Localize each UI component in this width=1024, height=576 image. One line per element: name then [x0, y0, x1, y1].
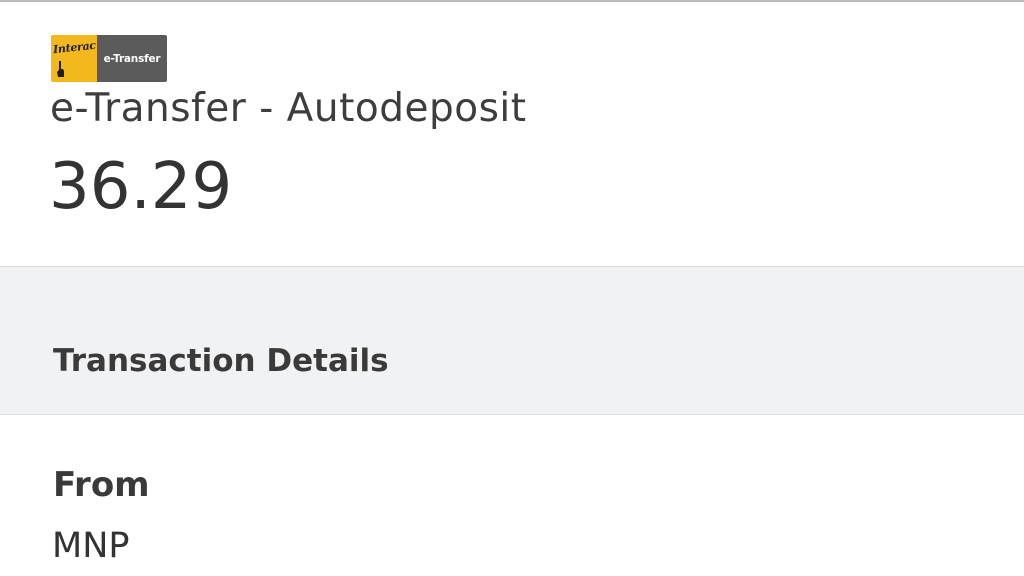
transaction-details-section-header: Transaction Details	[0, 266, 1024, 415]
interac-logo-badge: Interac	[51, 35, 97, 82]
detail-row-from: From MNP	[0, 415, 1024, 576]
interac-logo-text: Interac	[52, 38, 97, 57]
transaction-amount: 36.29	[49, 150, 233, 224]
interac-etransfer-logo: Interac e-Transfer	[51, 35, 167, 82]
section-title: Transaction Details	[53, 343, 389, 379]
detail-label: From	[53, 465, 150, 505]
etransfer-logo-badge: e-Transfer	[97, 35, 167, 82]
detail-value: MNP	[52, 526, 130, 566]
transaction-title: e-Transfer - Autodeposit	[50, 86, 527, 131]
interac-hand-icon	[57, 61, 64, 77]
etransfer-logo-text: e-Transfer	[103, 52, 161, 65]
transaction-header: Interac e-Transfer e-Transfer - Autodepo…	[0, 2, 1024, 266]
